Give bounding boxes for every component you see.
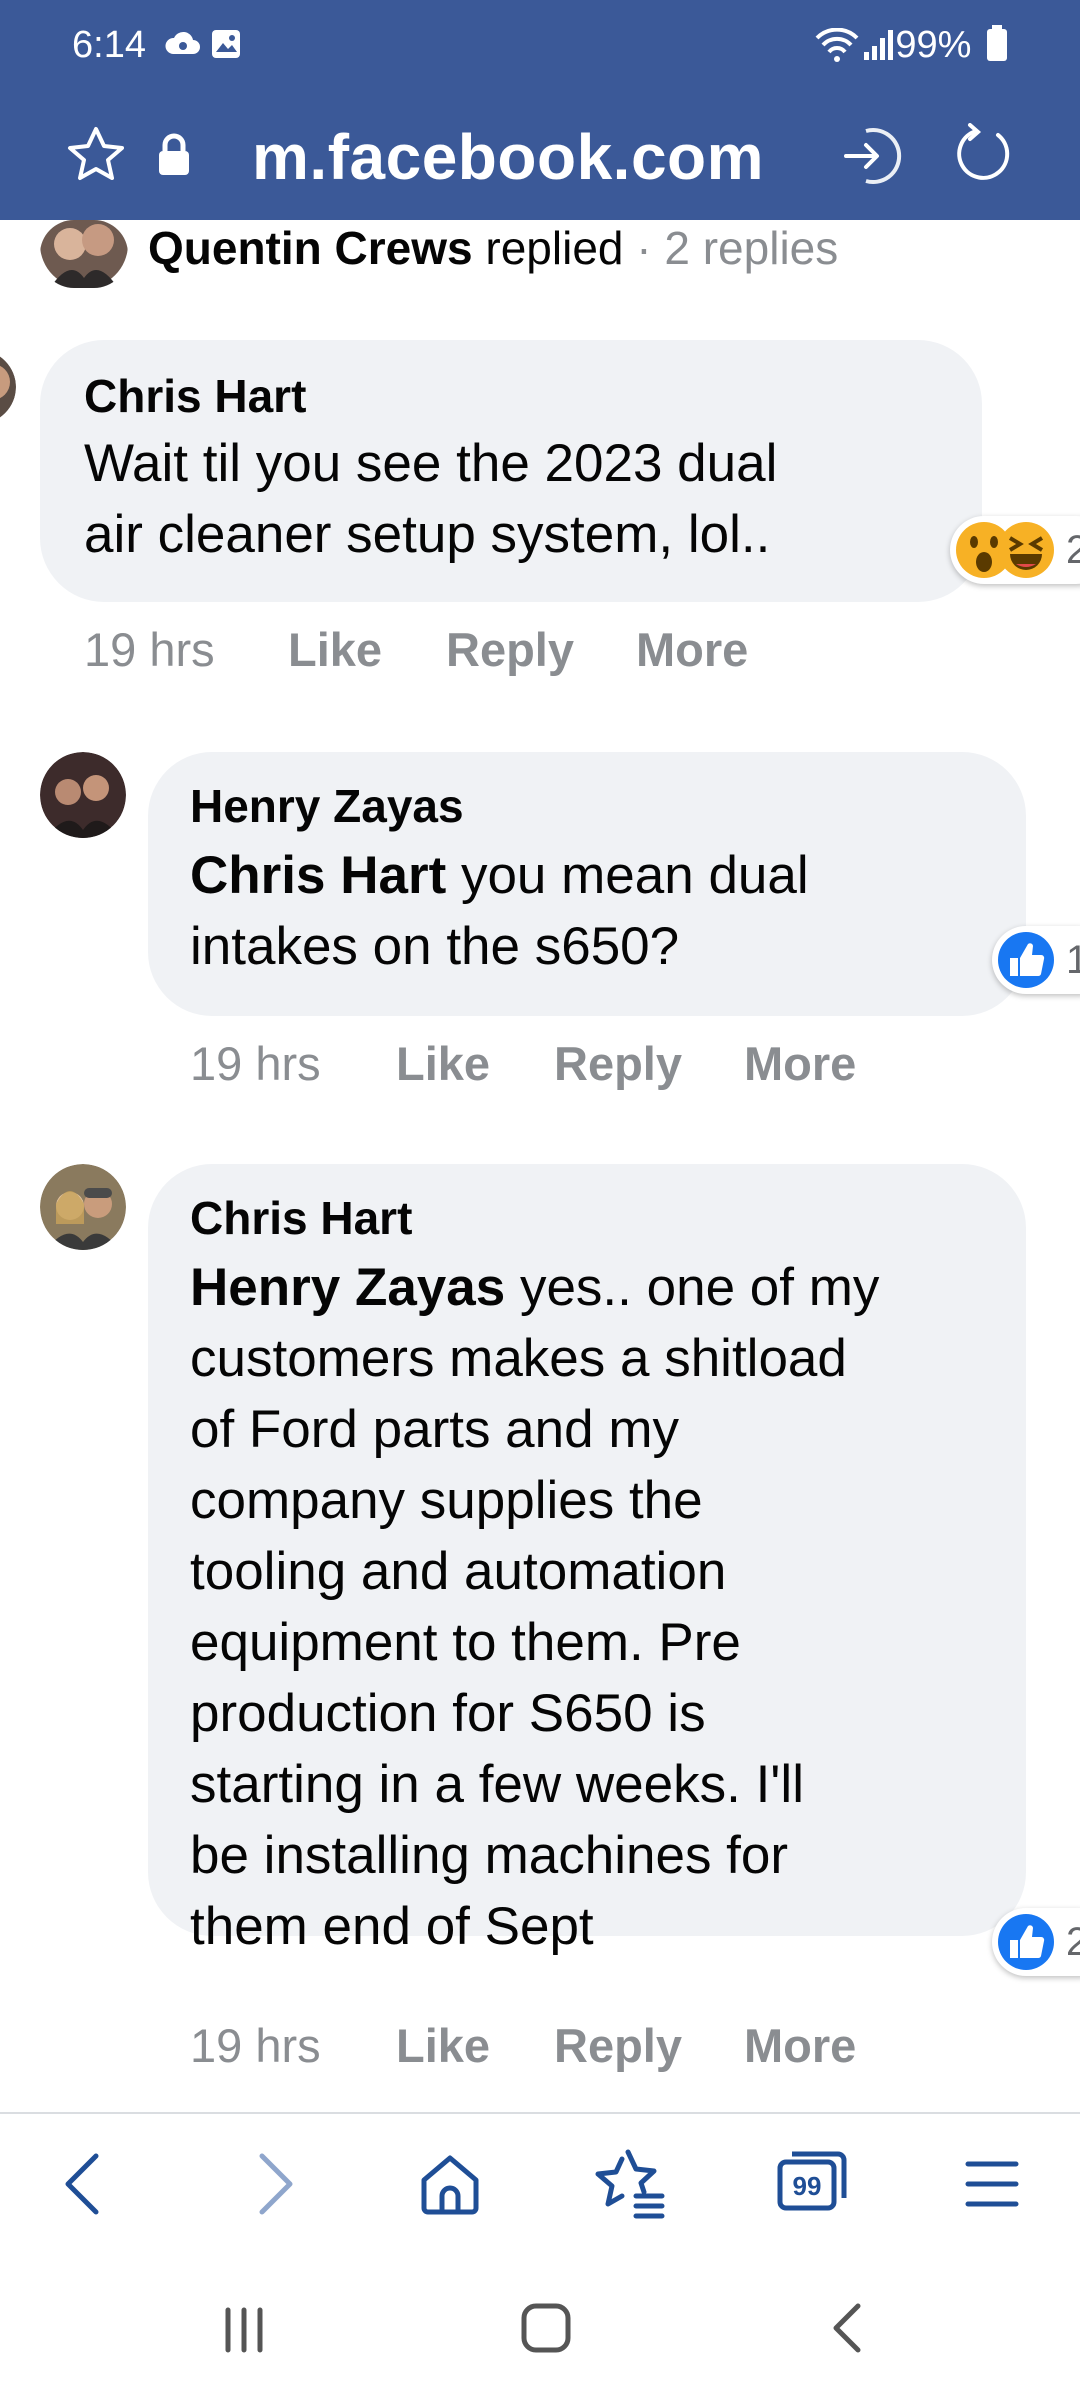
back-icon[interactable]: [46, 2144, 126, 2224]
comment-bubble[interactable]: Chris Hart Henry Zayas yes.. one of my c…: [148, 1164, 1026, 1956]
like-button[interactable]: Like: [396, 2018, 490, 2074]
comment-time[interactable]: 19 hrs: [190, 1036, 321, 1092]
address-bar: m.facebook.com: [0, 95, 1080, 220]
comment-text: Chris Hart you mean dual intakes on the …: [190, 846, 809, 976]
tabs-count: 99: [793, 2171, 822, 2201]
more-button[interactable]: More: [744, 1036, 856, 1092]
comment-author[interactable]: Henry Zayas: [190, 778, 464, 834]
status-bar: 6:14 99%: [0, 0, 1080, 95]
bookmarks-icon[interactable]: [592, 2144, 672, 2224]
like-button[interactable]: Like: [288, 622, 382, 678]
mention-link[interactable]: Chris Hart: [190, 846, 446, 905]
avatar: [0, 350, 16, 424]
replies-count[interactable]: 2 replies: [664, 222, 838, 274]
more-button[interactable]: More: [744, 2018, 856, 2074]
replied-sep: ·: [623, 222, 665, 274]
browser-toolbar: 99: [0, 2114, 1080, 2254]
reaction-summary[interactable]: 2: [992, 1908, 1080, 1976]
reaction-count: 1: [1066, 938, 1080, 982]
browser-header: 6:14 99% m.facebook.com: [0, 0, 1080, 220]
sign-in-icon[interactable]: [840, 125, 902, 192]
avatar: [40, 752, 126, 838]
reaction-count: 2: [1066, 1920, 1080, 1964]
lock-icon[interactable]: [156, 133, 192, 182]
mention-link[interactable]: Henry Zayas: [190, 1258, 505, 1317]
like-button[interactable]: Like: [396, 1036, 490, 1092]
comment-author[interactable]: Chris Hart: [190, 1190, 412, 1246]
battery-icon: [987, 25, 1007, 61]
comment-bubble[interactable]: Chris Hart Wait til you see the 2023 dua…: [40, 340, 982, 602]
system-back-icon[interactable]: [808, 2294, 888, 2364]
reaction-count: 2: [1066, 528, 1080, 572]
url-text[interactable]: m.facebook.com: [252, 115, 764, 200]
reaction-summary[interactable]: 2: [950, 516, 1080, 584]
comments-thread: Quentin Crews replied · 2 replies Chris …: [0, 220, 1080, 2110]
reaction-summary[interactable]: 1: [992, 926, 1080, 994]
home-icon[interactable]: [410, 2144, 490, 2224]
status-time: 6:14: [72, 24, 146, 66]
image-icon: [210, 28, 242, 65]
comment-author[interactable]: Chris Hart: [84, 368, 306, 424]
comment-text: Henry Zayas yes.. one of my customers ma…: [190, 1258, 880, 1956]
avatar: [40, 220, 128, 288]
forward-icon[interactable]: [232, 2144, 312, 2224]
reply-button[interactable]: Reply: [446, 622, 574, 678]
refresh-icon[interactable]: [952, 123, 1016, 192]
wifi-icon: [815, 27, 859, 69]
home-button-icon[interactable]: [506, 2294, 586, 2364]
battery-level: 99%: [895, 20, 1008, 70]
replies-summary-row[interactable]: Quentin Crews replied · 2 replies: [0, 220, 1080, 290]
like-reaction-icon: [998, 932, 1054, 988]
replied-verb: replied: [472, 222, 624, 274]
haha-reaction-icon: [998, 522, 1054, 578]
recent-apps-icon[interactable]: [204, 2294, 284, 2364]
bookmark-star-icon[interactable]: [64, 123, 128, 192]
system-navigation-bar: [0, 2254, 1080, 2400]
signal-icon: [862, 28, 896, 67]
replied-author[interactable]: Quentin Crews: [148, 222, 473, 274]
comment-time[interactable]: 19 hrs: [84, 622, 215, 678]
cloud-icon: [164, 28, 202, 65]
comment-text: Wait til you see the 2023 dual air clean…: [84, 434, 778, 564]
menu-icon[interactable]: [952, 2144, 1032, 2224]
reply-button[interactable]: Reply: [554, 1036, 682, 1092]
comment-time[interactable]: 19 hrs: [190, 2018, 321, 2074]
comment-bubble[interactable]: Henry Zayas Chris Hart you mean dual int…: [148, 752, 1026, 1016]
avatar: [40, 1164, 126, 1250]
reply-button[interactable]: Reply: [554, 2018, 682, 2074]
more-button[interactable]: More: [636, 622, 748, 678]
tabs-icon[interactable]: 99: [772, 2144, 852, 2224]
like-reaction-icon: [998, 1914, 1054, 1970]
